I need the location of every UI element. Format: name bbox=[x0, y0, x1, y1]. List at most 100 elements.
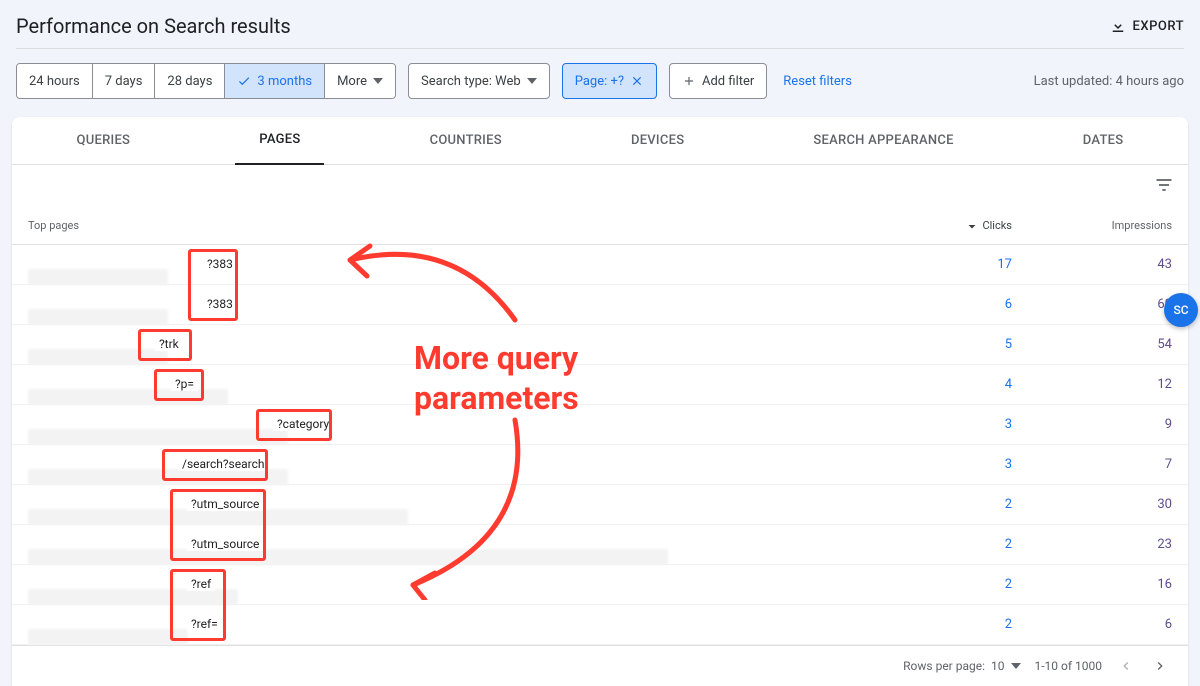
clicks-value: 2 bbox=[912, 617, 1072, 632]
redacted-url bbox=[28, 509, 408, 525]
tab-dates[interactable]: DATES bbox=[1059, 117, 1148, 165]
filter-toolbar: 24 hours 7 days 28 days 3 months More Se… bbox=[0, 49, 1200, 117]
redacted-url bbox=[28, 549, 668, 565]
date-24h[interactable]: 24 hours bbox=[17, 64, 93, 98]
caret-down-icon bbox=[1011, 661, 1021, 671]
page-query-text: ?category bbox=[273, 417, 333, 431]
caret-down-icon bbox=[527, 76, 537, 86]
impressions-value: 60 bbox=[1072, 297, 1172, 312]
redacted-url bbox=[28, 309, 168, 325]
date-28d[interactable]: 28 days bbox=[155, 64, 225, 98]
next-page-button[interactable] bbox=[1150, 656, 1170, 676]
date-more-label: More bbox=[337, 74, 367, 89]
table-row[interactable]: ?383 660 bbox=[12, 285, 1188, 325]
th-impressions[interactable]: Impressions bbox=[1072, 219, 1172, 232]
impressions-value: 54 bbox=[1072, 337, 1172, 352]
date-more[interactable]: More bbox=[325, 64, 395, 98]
page-query-text: ?utm_source bbox=[187, 497, 263, 511]
table-row[interactable]: ?trk 554 bbox=[12, 325, 1188, 365]
add-filter-label: Add filter bbox=[702, 74, 754, 89]
page-query-text: ?p= bbox=[171, 377, 198, 391]
redacted-url bbox=[28, 469, 288, 485]
rows-per-page-label: Rows per page: bbox=[903, 659, 985, 673]
redacted-url bbox=[28, 429, 288, 445]
table-filter-button[interactable] bbox=[1154, 175, 1174, 199]
date-3m-label: 3 months bbox=[257, 74, 312, 89]
impressions-value: 43 bbox=[1072, 257, 1172, 272]
impressions-value: 9 bbox=[1072, 417, 1172, 432]
impressions-value: 12 bbox=[1072, 377, 1172, 392]
page-range: 1-10 of 1000 bbox=[1035, 659, 1103, 673]
table-row[interactable]: ?383 1743 bbox=[12, 245, 1188, 285]
results-card: QUERIES PAGES COUNTRIES DEVICES SEARCH A… bbox=[12, 117, 1188, 686]
th-clicks[interactable]: Clicks bbox=[912, 219, 1072, 232]
page-query-text: ?ref bbox=[187, 577, 215, 591]
table-row[interactable]: ?category 39 bbox=[12, 405, 1188, 445]
tab-countries[interactable]: COUNTRIES bbox=[406, 117, 526, 165]
page-query-text: /search?search bbox=[178, 457, 268, 471]
impressions-value: 6 bbox=[1072, 617, 1172, 632]
table-header: Top pages Clicks Impressions bbox=[12, 205, 1188, 245]
floating-badge[interactable]: SC bbox=[1164, 293, 1198, 327]
search-type-chip[interactable]: Search type: Web bbox=[408, 63, 550, 99]
impressions-value: 16 bbox=[1072, 577, 1172, 592]
arrow-down-icon bbox=[966, 220, 978, 232]
prev-page-button[interactable] bbox=[1116, 656, 1136, 676]
clicks-value: 17 bbox=[912, 257, 1072, 272]
table-row[interactable]: ?p= 412 bbox=[12, 365, 1188, 405]
plus-icon bbox=[682, 74, 696, 88]
search-type-label: Search type: Web bbox=[421, 74, 521, 89]
page-query-text: ?utm_source bbox=[187, 537, 263, 551]
last-updated-label: Last updated: 4 hours ago bbox=[1034, 74, 1184, 89]
clicks-value: 3 bbox=[912, 417, 1072, 432]
table-row[interactable]: /search?search 37 bbox=[12, 445, 1188, 485]
redacted-url bbox=[28, 349, 168, 365]
download-icon bbox=[1109, 17, 1127, 35]
page-title: Performance on Search results bbox=[16, 14, 291, 38]
tab-pages[interactable]: PAGES bbox=[235, 117, 324, 165]
tab-queries[interactable]: QUERIES bbox=[53, 117, 155, 165]
page-filter-chip[interactable]: Page: +? bbox=[562, 63, 657, 99]
table-row[interactable]: ?utm_source 223 bbox=[12, 525, 1188, 565]
page-query-text: ?383 bbox=[203, 297, 237, 311]
page-query-text: ?trk bbox=[155, 337, 183, 351]
table-row[interactable]: ?utm_source 230 bbox=[12, 485, 1188, 525]
check-icon bbox=[237, 74, 251, 88]
redacted-url bbox=[28, 389, 228, 405]
impressions-value: 7 bbox=[1072, 457, 1172, 472]
clicks-value: 3 bbox=[912, 457, 1072, 472]
page-query-text: ?383 bbox=[203, 257, 237, 271]
clicks-value: 2 bbox=[912, 537, 1072, 552]
close-icon[interactable] bbox=[630, 74, 644, 88]
rows-per-page-value[interactable]: 10 bbox=[991, 659, 1005, 673]
clicks-value: 6 bbox=[912, 297, 1072, 312]
th-top-pages: Top pages bbox=[28, 219, 79, 232]
tab-devices[interactable]: DEVICES bbox=[607, 117, 708, 165]
clicks-value: 5 bbox=[912, 337, 1072, 352]
page-filter-label: Page: +? bbox=[575, 74, 624, 89]
impressions-value: 30 bbox=[1072, 497, 1172, 512]
pagination: Rows per page: 10 1-10 of 1000 bbox=[12, 645, 1188, 686]
clicks-value: 2 bbox=[912, 577, 1072, 592]
clicks-value: 2 bbox=[912, 497, 1072, 512]
page-query-text: ?ref= bbox=[187, 617, 222, 631]
redacted-url bbox=[28, 269, 168, 285]
date-range-group: 24 hours 7 days 28 days 3 months More bbox=[16, 63, 396, 99]
reset-filters-link[interactable]: Reset filters bbox=[783, 74, 852, 89]
export-button[interactable]: EXPORT bbox=[1109, 17, 1184, 35]
table-row[interactable]: ?ref 216 bbox=[12, 565, 1188, 605]
add-filter-chip[interactable]: Add filter bbox=[669, 63, 767, 99]
table-row[interactable]: ?ref= 26 bbox=[12, 605, 1188, 645]
dimension-tabs: QUERIES PAGES COUNTRIES DEVICES SEARCH A… bbox=[12, 117, 1188, 165]
th-clicks-label: Clicks bbox=[982, 219, 1012, 232]
impressions-value: 23 bbox=[1072, 537, 1172, 552]
filter-icon bbox=[1154, 175, 1174, 195]
date-7d[interactable]: 7 days bbox=[93, 64, 156, 98]
date-3m[interactable]: 3 months bbox=[225, 64, 325, 98]
redacted-url bbox=[28, 589, 238, 605]
redacted-url bbox=[28, 629, 188, 645]
tab-search-appearance[interactable]: SEARCH APPEARANCE bbox=[789, 117, 977, 165]
export-label: EXPORT bbox=[1133, 19, 1184, 34]
caret-down-icon bbox=[373, 76, 383, 86]
clicks-value: 4 bbox=[912, 377, 1072, 392]
